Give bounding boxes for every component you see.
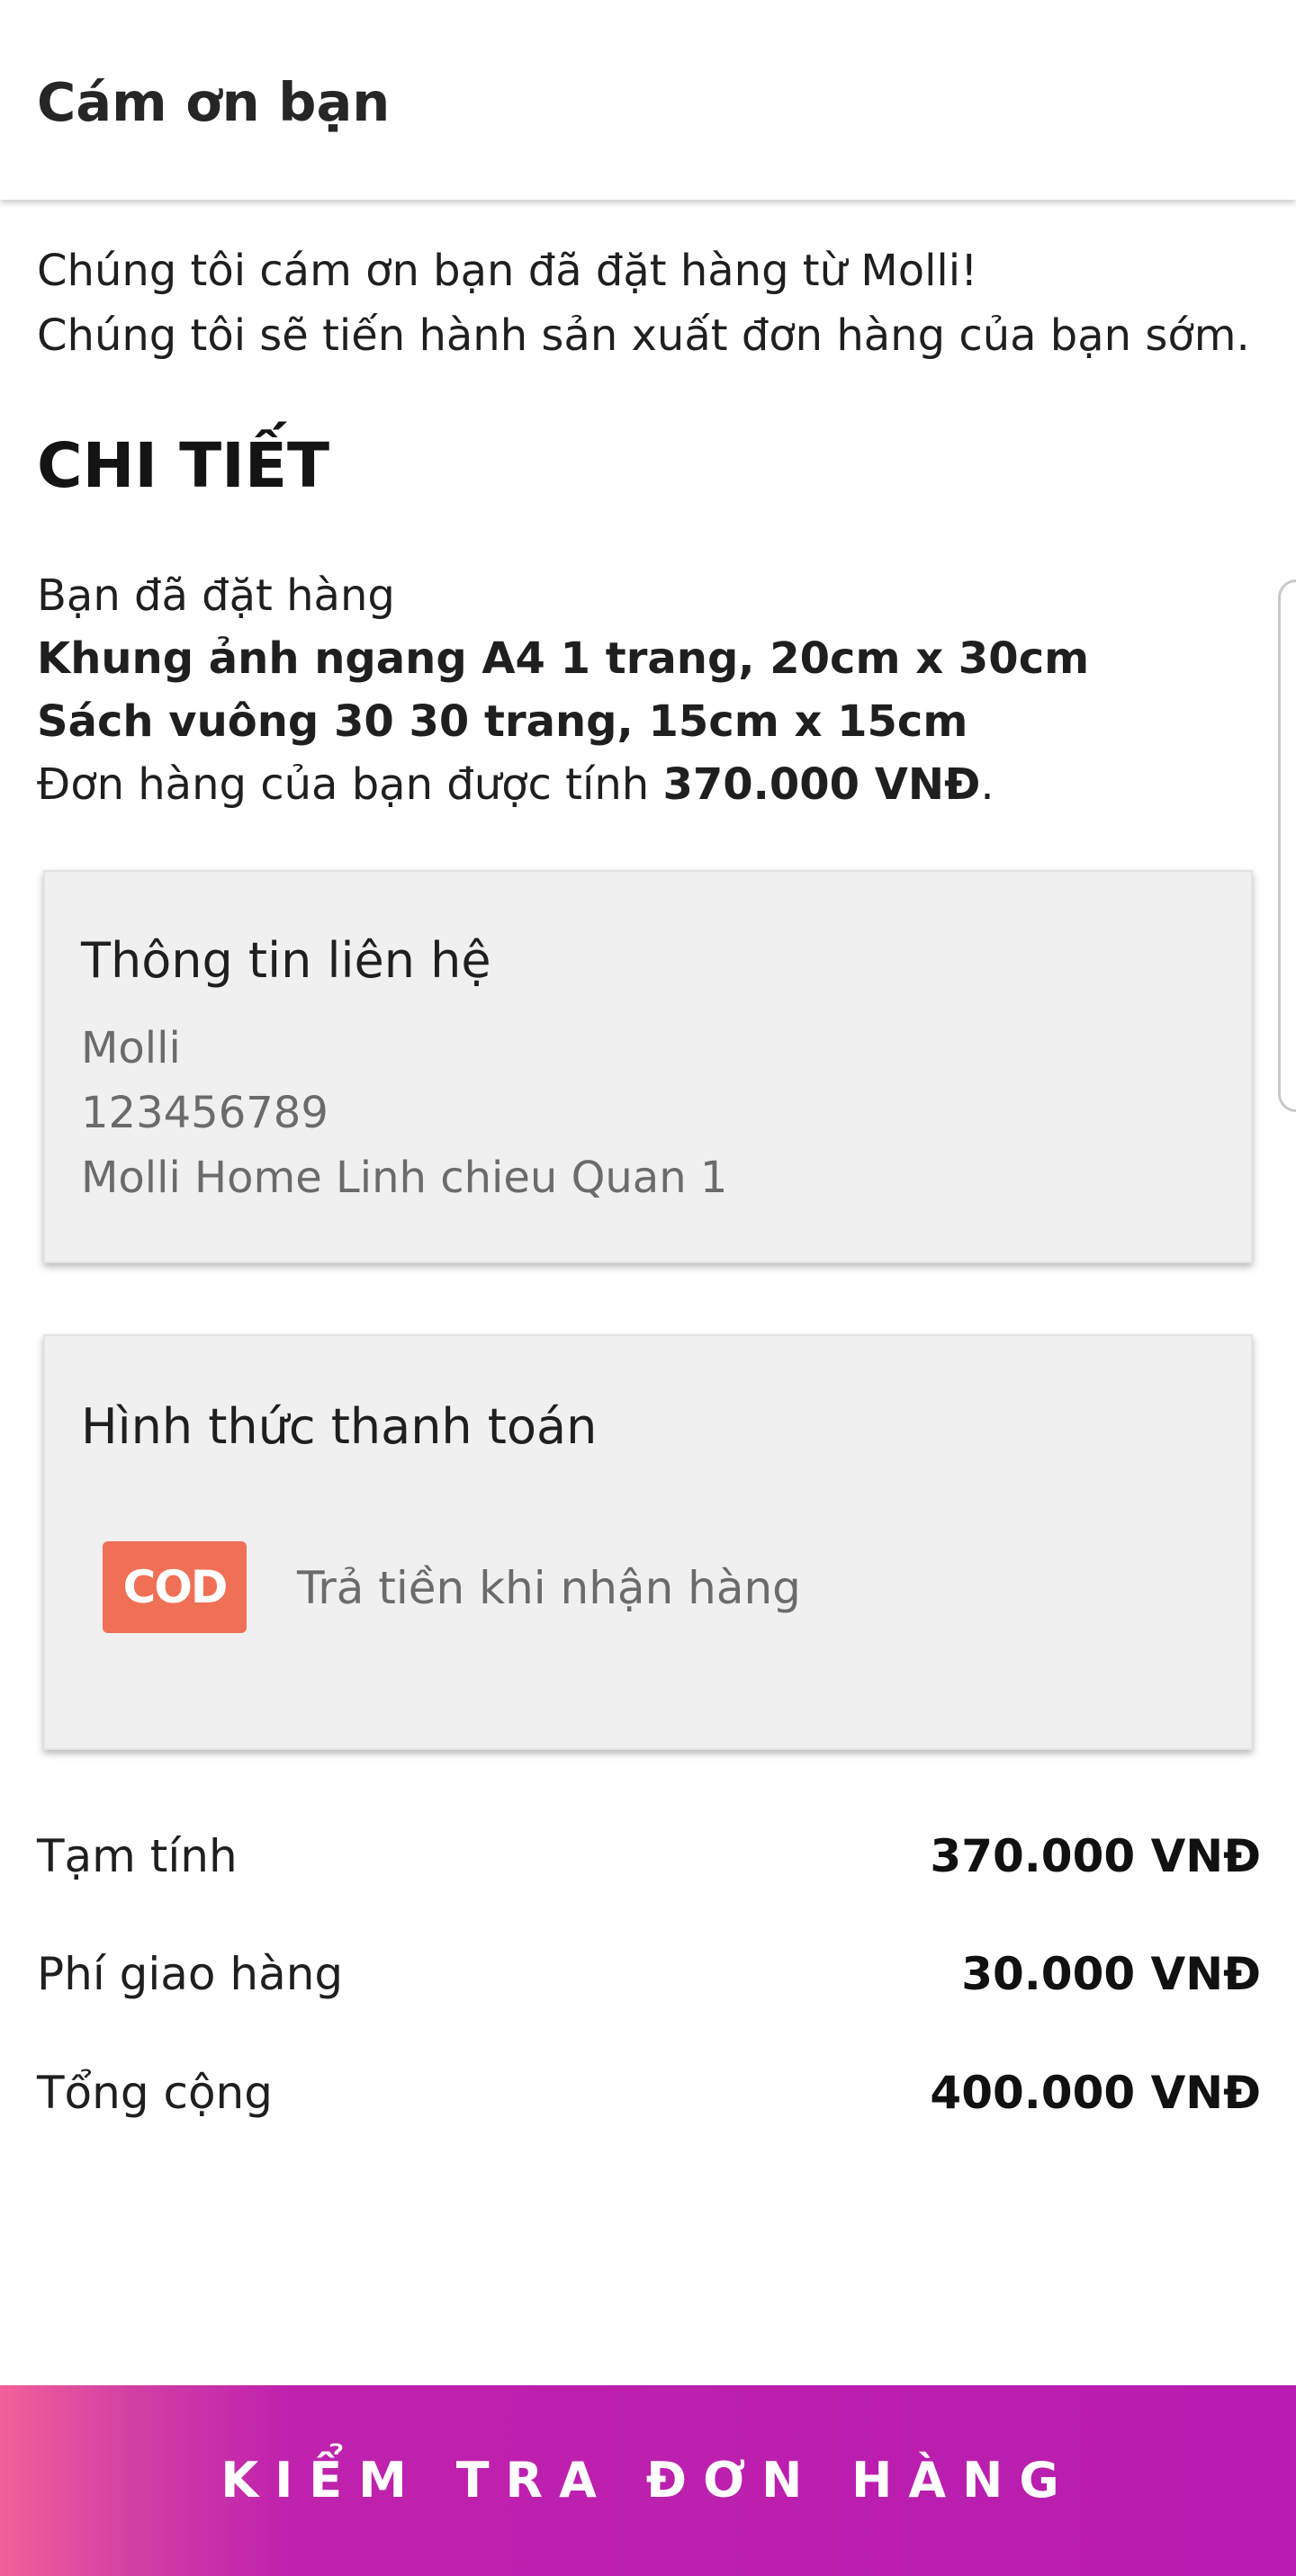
order-summary-text: Bạn đã đặt hàng Khung ảnh ngang A4 1 tra…: [37, 564, 1261, 816]
contact-details: Molli 123456789 Molli Home Linh chieu Qu…: [81, 1016, 727, 1210]
ordered-item: Sách vuông 30 30 trang, 15cm x 15cm: [37, 696, 968, 747]
subtotal-label: Tạm tính: [37, 1830, 238, 1882]
order-price-line: Đơn hàng của bạn được tính 370.000 VNĐ.: [37, 753, 1261, 816]
contact-phone: 123456789: [81, 1088, 328, 1138]
total-label: Tổng cộng: [37, 2067, 273, 2119]
details-heading: CHI TIẾT: [37, 430, 330, 502]
payment-method-label: Trả tiền khi nhận hàng: [297, 1562, 801, 1614]
total-value: 400.000 VNĐ: [930, 2067, 1261, 2119]
contact-address: Molli Home Linh chieu Quan 1: [81, 1153, 728, 1203]
ordered-label: Bạn đã đặt hàng: [37, 570, 395, 621]
contact-name: Molli: [81, 1023, 181, 1073]
payment-method-card: Hình thức thanh toán COD Trả tiền khi nh…: [43, 1334, 1253, 1750]
edge-panel-handle[interactable]: [1278, 579, 1296, 1112]
check-order-button[interactable]: KIỂM TRA ĐƠN HÀNG: [0, 2385, 1296, 2576]
order-price-value: 370.000 VNĐ: [662, 759, 981, 810]
contact-info-card: Thông tin liên hệ Molli 123456789 Molli …: [43, 870, 1253, 1263]
payment-method-title: Hình thức thanh toán: [81, 1398, 598, 1455]
shipping-fee-value: 30.000 VNĐ: [961, 1948, 1261, 2000]
order-price-suffix: .: [980, 759, 994, 810]
page-title: Cám ơn bạn: [37, 71, 391, 133]
order-confirmation-page: Cám ơn bạn Chúng tôi cám ơn bạn đã đặt h…: [0, 0, 1296, 2576]
cod-icon: COD: [103, 1541, 247, 1633]
subtotal-value: 370.000 VNĐ: [930, 1830, 1261, 1882]
shipping-fee-row: Phí giao hàng 30.000 VNĐ: [37, 1943, 1261, 2006]
thank-you-message: Chúng tôi cám ơn bạn đã đặt hàng từ Moll…: [37, 238, 1261, 368]
shipping-fee-label: Phí giao hàng: [37, 1948, 344, 2000]
order-price-prefix: Đơn hàng của bạn được tính: [37, 759, 663, 810]
thank-you-line-1: Chúng tôi cám ơn bạn đã đặt hàng từ Moll…: [37, 246, 978, 296]
app-header: Cám ơn bạn: [0, 0, 1296, 200]
thank-you-line-2: Chúng tôi sẽ tiến hành sản xuất đơn hàng…: [37, 310, 1250, 361]
contact-info-title: Thông tin liên hệ: [81, 932, 491, 989]
total-row: Tổng cộng 400.000 VNĐ: [37, 2061, 1261, 2124]
subtotal-row: Tạm tính 370.000 VNĐ: [37, 1825, 1261, 1888]
ordered-item: Khung ảnh ngang A4 1 trang, 20cm x 30cm: [37, 633, 1090, 684]
